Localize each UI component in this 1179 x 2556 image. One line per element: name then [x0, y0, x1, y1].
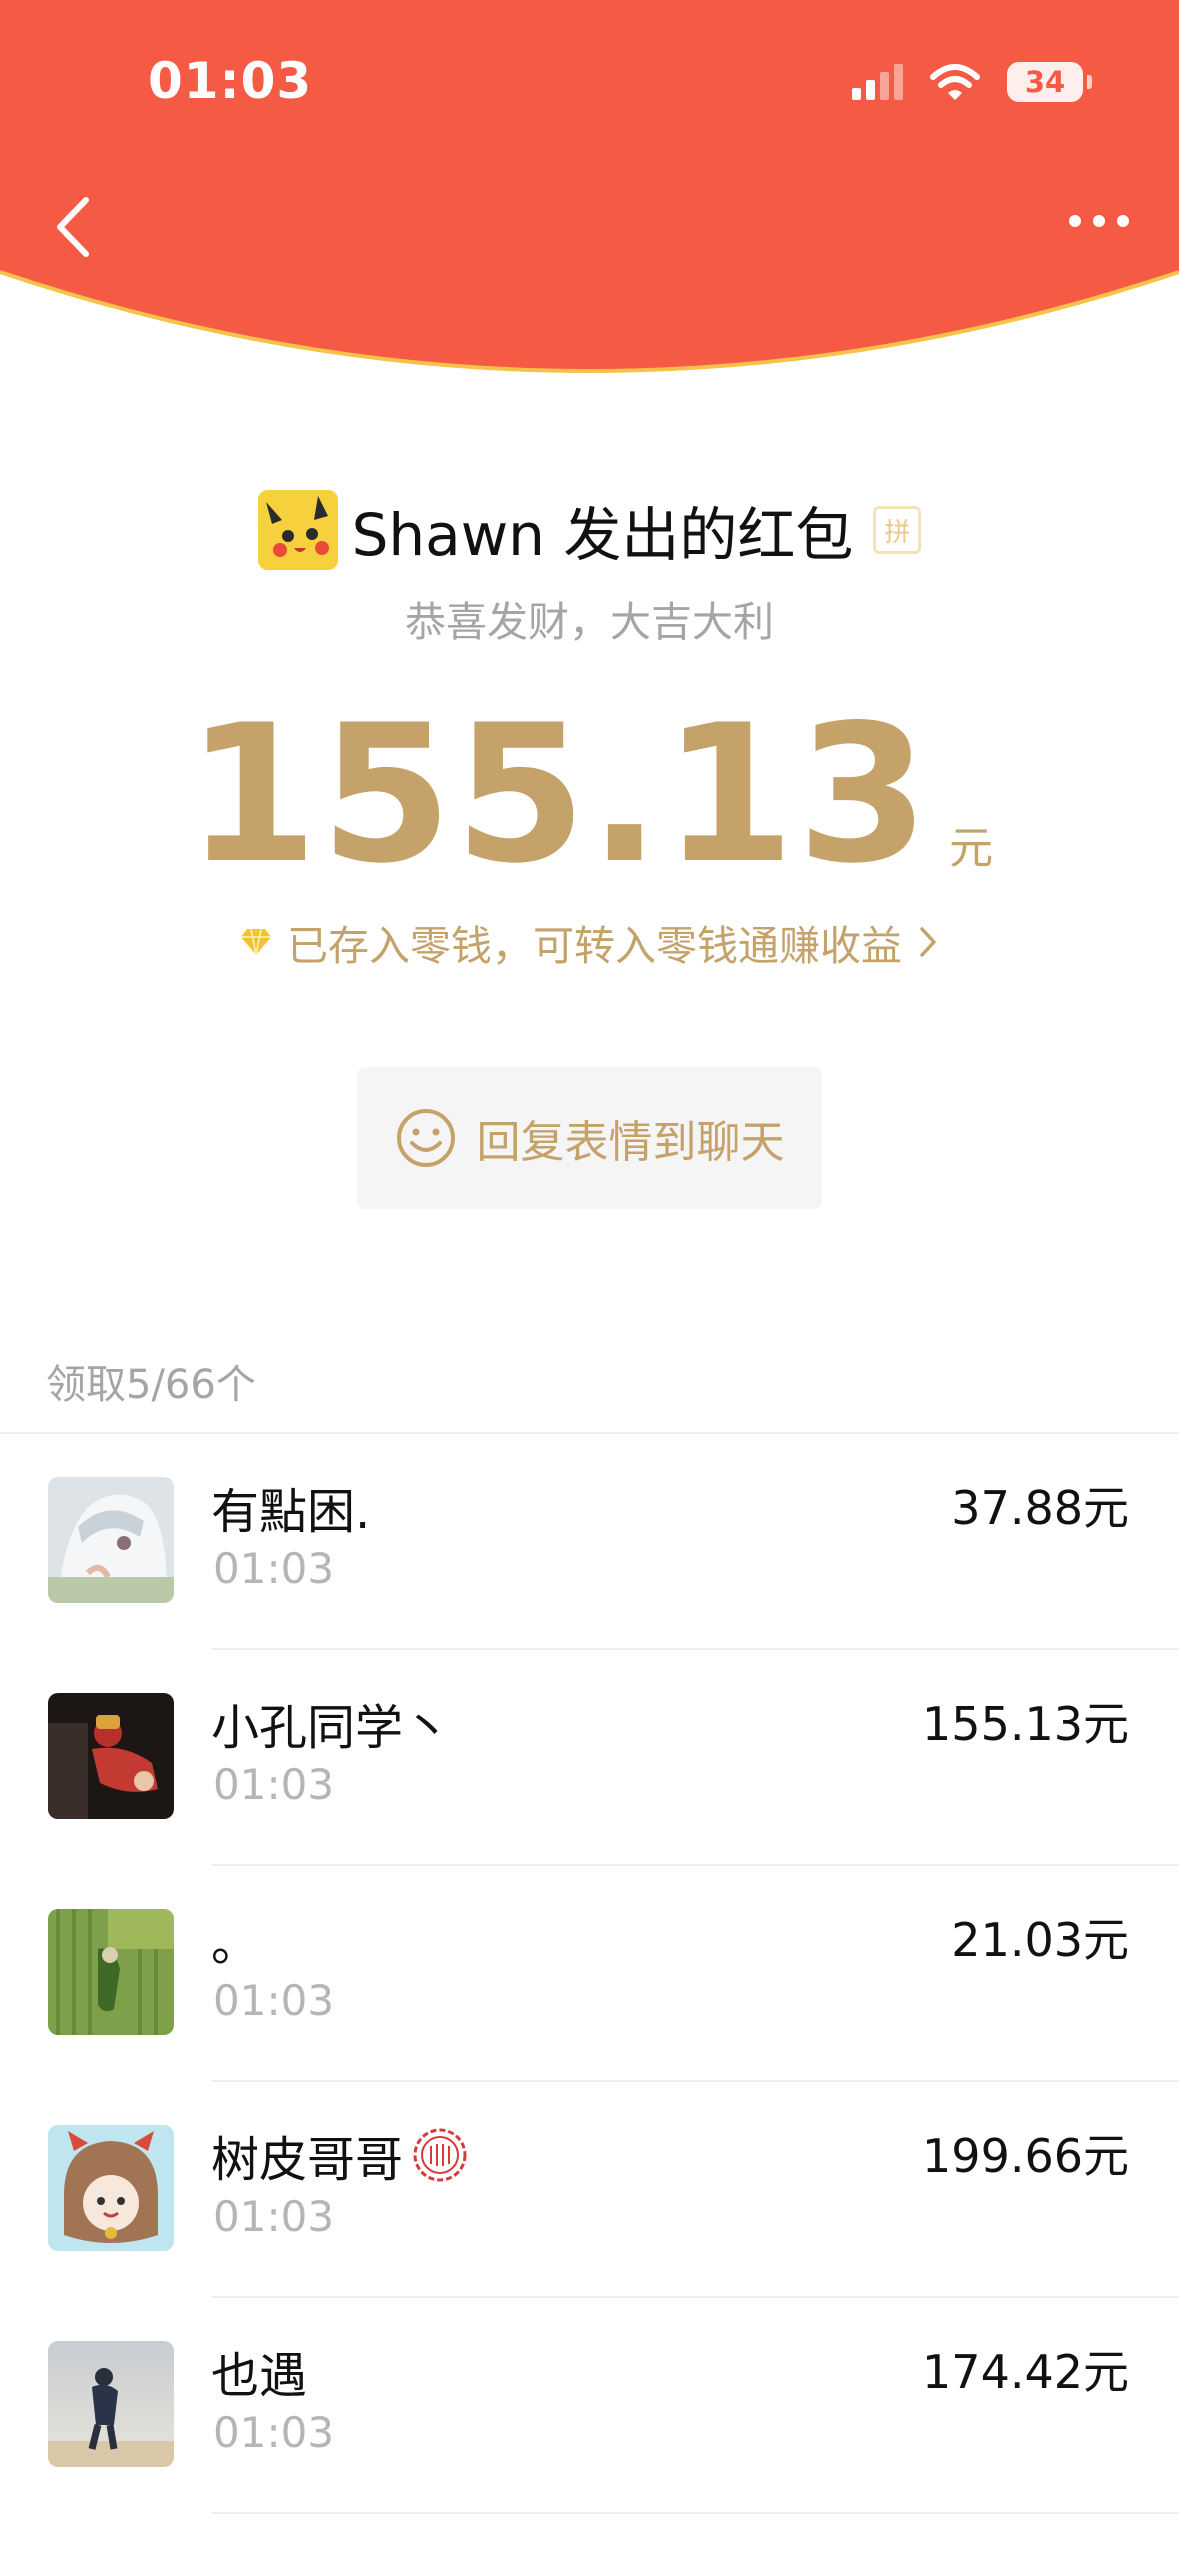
packet-greeting: 恭喜发财，大吉大利: [405, 598, 774, 646]
claim-time: 01:03: [213, 1544, 335, 1593]
cellular-signal-icon: [852, 64, 903, 100]
claim-amount: 37.88元: [951, 1481, 1129, 1535]
reply-emoji-button[interactable]: 回复表情到聊天: [357, 1067, 822, 1209]
avatar[interactable]: [48, 1477, 174, 1603]
claim-time: 01:03: [213, 2408, 335, 2457]
row-divider: [211, 2512, 1179, 2514]
list-item[interactable]: 也遇 01:03 174.42元: [0, 2298, 1179, 2514]
packet-title-row: Shawn 发出的红包 拼: [0, 488, 1179, 572]
status-icons: 34: [852, 62, 1092, 102]
claimer-name: 。: [211, 1916, 260, 1972]
claim-time: 01:03: [213, 1976, 335, 2025]
claimed-count: 领取5/66个: [46, 1362, 256, 1408]
list-item[interactable]: 树皮哥哥 01:03 199.66元: [0, 2082, 1179, 2298]
claim-list: 有點困. 01:03 37.88元 小孔同学丶 01:03 155.13元 。 …: [0, 1434, 1179, 2514]
more-button[interactable]: [1069, 215, 1129, 227]
diamond-icon: [241, 928, 271, 956]
list-item[interactable]: 。 01:03 21.03元: [0, 1866, 1179, 2082]
claim-amount: 199.66元: [922, 2129, 1129, 2183]
seal-stamp-icon: [413, 2128, 467, 2182]
saved-text: 已存入零钱，可转入零钱通赚收益: [287, 922, 902, 970]
claim-time: 01:03: [213, 2192, 335, 2241]
claim-amount: 21.03元: [951, 1913, 1129, 1967]
packet-title: Shawn 发出的红包: [351, 501, 854, 569]
red-packet-header: 01:03 34: [0, 0, 1179, 400]
avatar[interactable]: [48, 1693, 174, 1819]
amount-unit: 元: [949, 823, 994, 874]
claimer-name: 树皮哥哥: [211, 2120, 469, 2190]
saved-to-change-link[interactable]: 已存入零钱，可转入零钱通赚收益: [0, 912, 1179, 972]
amount-row: 155.13 元: [0, 700, 1179, 890]
claimer-name: 小孔同学丶: [211, 1700, 452, 1756]
claim-time: 01:03: [213, 1760, 335, 1809]
status-time: 01:03: [148, 52, 313, 110]
group-packet-badge: 拼: [873, 506, 922, 554]
avatar[interactable]: [48, 2125, 174, 2251]
list-item[interactable]: 小孔同学丶 01:03 155.13元: [0, 1650, 1179, 1866]
reply-button-label: 回复表情到聊天: [476, 1117, 785, 1168]
avatar[interactable]: [48, 1909, 174, 2035]
wifi-icon: [930, 64, 980, 100]
claim-amount: 155.13元: [922, 1697, 1129, 1751]
received-amount: 155.13: [185, 684, 932, 905]
claimer-name: 有點困.: [211, 1484, 371, 1540]
list-item[interactable]: 有點困. 01:03 37.88元: [0, 1434, 1179, 1650]
chevron-left-icon: [57, 197, 89, 257]
claim-amount: 174.42元: [922, 2345, 1129, 2399]
avatar[interactable]: [48, 2341, 174, 2467]
chevron-right-icon: [920, 927, 936, 957]
battery-indicator: 34: [1007, 62, 1092, 102]
back-button[interactable]: [46, 192, 106, 262]
smiley-icon: [396, 1109, 455, 1167]
more-dots-icon: [1069, 215, 1081, 227]
claimer-name: 也遇: [211, 2348, 308, 2404]
sender-avatar[interactable]: [257, 490, 338, 570]
